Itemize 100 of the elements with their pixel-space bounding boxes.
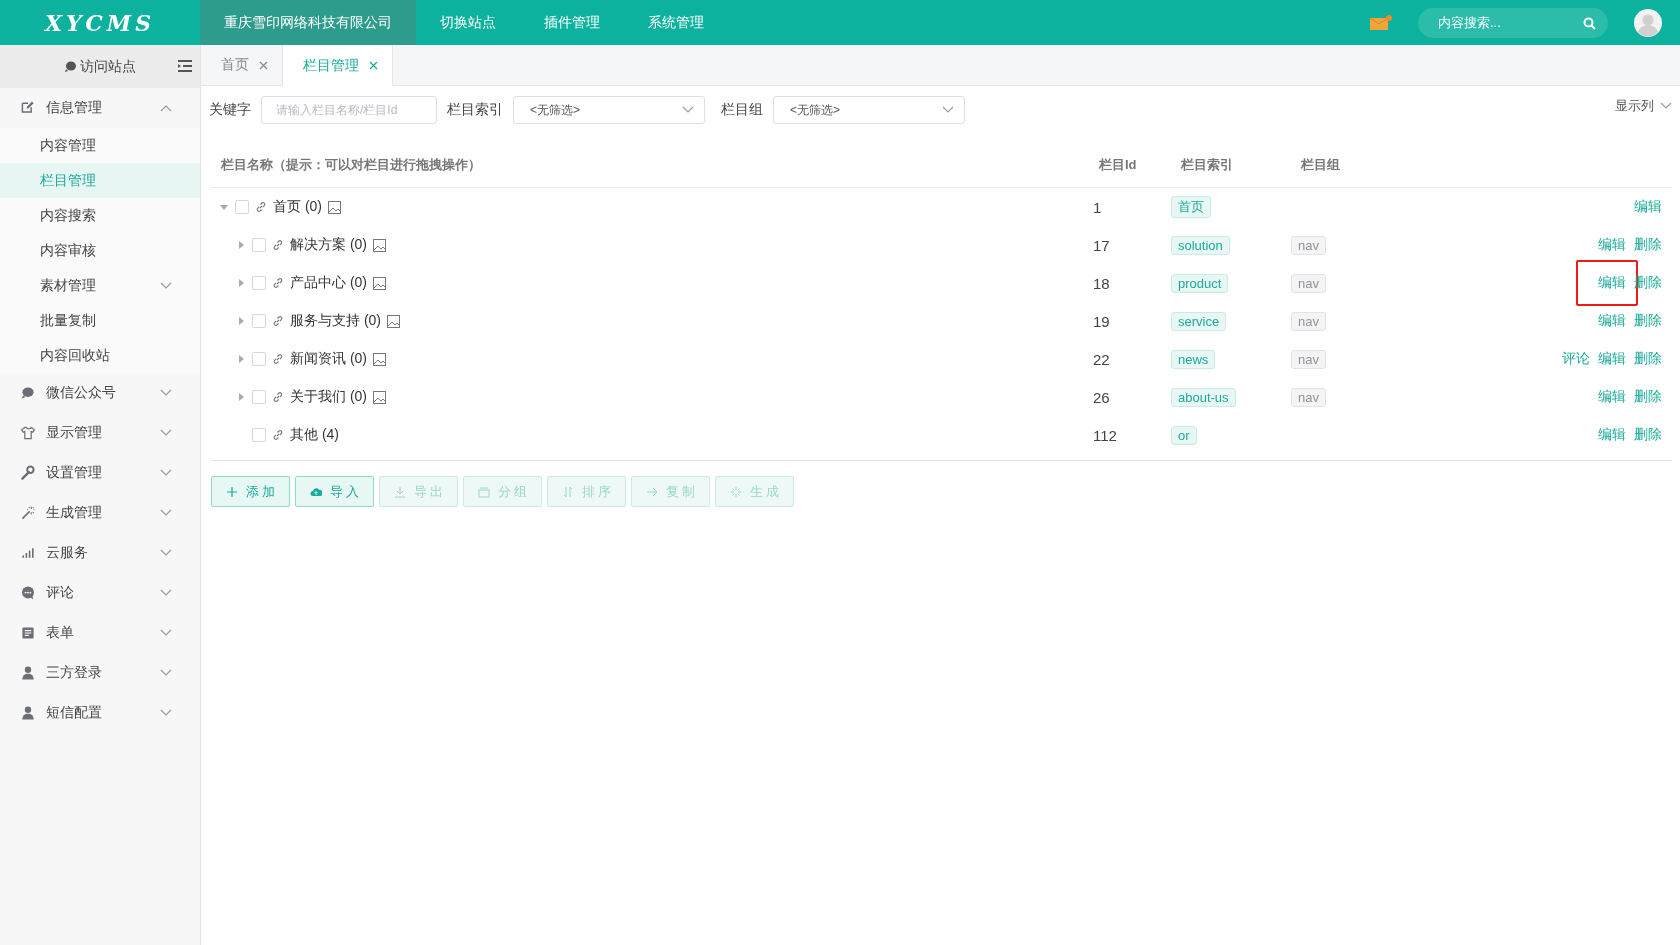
magic-wand-icon (20, 505, 36, 521)
checkbox[interactable] (235, 200, 249, 214)
category-name: 其他 (4) (290, 426, 339, 444)
sidebar-group[interactable]: 表单 (0, 613, 200, 653)
action-link[interactable]: 编辑 (1598, 350, 1626, 368)
action-link[interactable]: 删除 (1634, 426, 1662, 444)
checkbox[interactable] (252, 352, 266, 366)
group-tag: nav (1291, 235, 1326, 255)
sidebar-item[interactable]: 栏目管理 (0, 163, 200, 198)
checkbox[interactable] (252, 276, 266, 290)
search-field[interactable]: 内容搜索... (1418, 7, 1608, 38)
checkbox[interactable] (252, 314, 266, 328)
action-link[interactable]: 删除 (1634, 236, 1662, 254)
index-tag: or (1171, 425, 1197, 445)
sidebar-group[interactable]: 短信配置 (0, 693, 200, 733)
id-cell-text: 17 (1092, 236, 1111, 254)
tab[interactable]: 首页 (201, 45, 282, 85)
form-icon (20, 625, 36, 641)
action-link[interactable]: 编辑 (1634, 198, 1662, 216)
sidebar-item[interactable]: 内容管理 (0, 128, 200, 163)
sidebar-group[interactable]: 信息管理 (0, 88, 200, 128)
sidebar-group[interactable]: 云服务 (0, 533, 200, 573)
sidebar-group[interactable]: 生成管理 (0, 493, 200, 533)
action-link[interactable]: 编辑 (1598, 274, 1626, 292)
mail-icon[interactable] (1370, 14, 1392, 31)
nav-item[interactable]: 插件管理 (520, 0, 624, 45)
arrow-right-icon (645, 485, 658, 498)
index-select[interactable]: <无筛选> (513, 96, 705, 124)
nav-item[interactable]: 重庆雪印网络科技有限公司 (200, 0, 416, 45)
category-name: 解决方案 (0) (290, 236, 367, 254)
field-label: 关键字 (209, 101, 251, 119)
chevron-icon (160, 589, 172, 597)
columns-dropdown[interactable]: 显示列 (1615, 97, 1672, 115)
group-tag: nav (1291, 311, 1326, 331)
sidebar-item[interactable]: 内容回收站 (0, 338, 200, 373)
expand-caret-icon[interactable] (237, 279, 245, 287)
chevron-icon (160, 549, 172, 557)
chevron-icon (160, 709, 172, 717)
toolbar-button[interactable]: 添 加 (211, 476, 290, 507)
link-icon (272, 429, 284, 441)
expand-caret-icon[interactable] (237, 393, 245, 401)
index-tag: product (1171, 273, 1229, 293)
checkbox[interactable] (252, 238, 266, 252)
search-icon[interactable] (1583, 16, 1596, 30)
expand-caret-icon[interactable] (237, 241, 245, 249)
close-icon[interactable] (369, 61, 378, 70)
user-icon (20, 665, 36, 681)
chevron-icon (942, 106, 954, 114)
edit-icon (20, 100, 36, 116)
category-name: 新闻资讯 (0) (290, 350, 367, 368)
menu-icon[interactable] (178, 60, 192, 72)
action-link[interactable]: 编辑 (1598, 236, 1626, 254)
action-link[interactable]: 评论 (1562, 350, 1590, 368)
chevron-icon (160, 281, 172, 290)
checkbox[interactable] (252, 428, 266, 442)
category-name: 首页 (0) (273, 198, 322, 216)
shirt-icon (20, 425, 36, 441)
close-icon[interactable] (259, 60, 268, 70)
avatar-icon[interactable] (1634, 8, 1662, 37)
tab[interactable]: 栏目管理 (282, 45, 393, 86)
action-link[interactable]: 删除 (1634, 312, 1662, 330)
action-link[interactable]: 编辑 (1598, 426, 1626, 444)
group-select[interactable]: <无筛选> (773, 96, 965, 124)
sidebar-item[interactable]: 素材管理 (0, 268, 200, 303)
folder-icon (477, 485, 490, 498)
toolbar-button[interactable]: 导 入 (295, 476, 374, 507)
link-icon (272, 315, 284, 327)
group-tag: nav (1291, 349, 1326, 369)
index-tag: solution (1171, 235, 1230, 255)
sidebar-group[interactable]: 三方登录 (0, 653, 200, 693)
action-link[interactable]: 删除 (1634, 350, 1662, 368)
column-header: 栏目索引 (1180, 156, 1234, 174)
cloud-upload-icon (309, 485, 322, 498)
logo[interactable]: XYCMS (0, 9, 200, 36)
id-cell-text: 112 (1092, 426, 1118, 444)
chevron-icon (160, 669, 172, 677)
sidebar-group[interactable]: 评论 (0, 573, 200, 613)
sidebar-item[interactable]: 批量复制 (0, 303, 200, 338)
action-link[interactable]: 删除 (1634, 388, 1662, 406)
expand-caret-icon[interactable] (237, 355, 245, 363)
group-tag: nav (1291, 273, 1326, 293)
sidebar-group[interactable]: 微信公众号 (0, 373, 200, 413)
sidebar-group[interactable]: 显示管理 (0, 413, 200, 453)
column-header: 栏目Id (1098, 156, 1138, 174)
nav-item[interactable]: 切换站点 (416, 0, 520, 45)
chat-bubble-icon (64, 61, 76, 72)
collapse-caret-icon[interactable] (220, 203, 228, 211)
sidebar-item[interactable]: 内容搜索 (0, 198, 200, 233)
action-link[interactable]: 编辑 (1598, 388, 1626, 406)
nav-item[interactable]: 系统管理 (624, 0, 728, 45)
keyword-input[interactable]: 请输入栏目名称/栏目Id (261, 96, 437, 124)
expand-caret-icon[interactable] (237, 317, 245, 325)
action-link[interactable]: 编辑 (1598, 312, 1626, 330)
chevron-icon (160, 429, 172, 437)
visit-site-link[interactable]: 访问站点 (79, 57, 136, 76)
checkbox[interactable] (252, 390, 266, 404)
sidebar-group[interactable]: 设置管理 (0, 453, 200, 493)
column-header: 栏目名称（提示：可以对栏目进行拖拽操作） (220, 156, 482, 174)
sidebar-item[interactable]: 内容审核 (0, 233, 200, 268)
chevron-icon (160, 469, 172, 477)
